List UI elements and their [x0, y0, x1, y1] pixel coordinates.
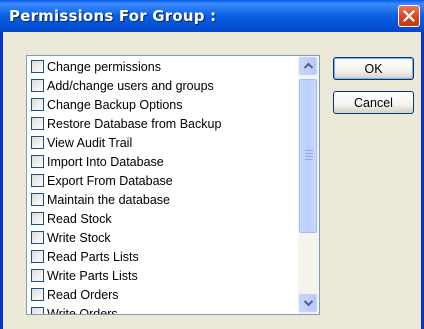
close-icon	[403, 10, 415, 22]
permission-label: Write Stock	[47, 230, 111, 245]
permission-label: Change permissions	[47, 59, 161, 74]
permission-label: Read Parts Lists	[47, 249, 139, 264]
permission-item[interactable]: Maintain the database	[31, 190, 170, 209]
chevron-up-icon	[304, 63, 313, 69]
permission-item[interactable]: Change permissions	[31, 57, 161, 76]
permission-label: Write Orders	[47, 306, 118, 315]
permission-label: Read Orders	[47, 287, 119, 302]
permission-checkbox[interactable]	[31, 307, 44, 314]
cancel-button[interactable]: Cancel	[333, 91, 414, 114]
vertical-scrollbar[interactable]	[298, 56, 319, 314]
permission-checkbox[interactable]	[31, 231, 44, 244]
permission-item[interactable]: Read Orders	[31, 285, 119, 304]
permission-item[interactable]: Change Backup Options	[31, 95, 183, 114]
permission-label: Change Backup Options	[47, 97, 183, 112]
permission-checkbox[interactable]	[31, 269, 44, 282]
ok-button[interactable]: OK	[333, 57, 414, 80]
window-title: Permissions For Group :	[9, 7, 217, 25]
title-bar[interactable]: Permissions For Group :	[0, 0, 424, 32]
thumb-grip	[305, 156, 313, 157]
permissions-dialog: Permissions For Group : Change permissio…	[0, 0, 424, 329]
permission-item[interactable]: Export From Database	[31, 171, 173, 190]
permission-item[interactable]: Write Stock	[31, 228, 111, 247]
close-button[interactable]	[398, 5, 420, 27]
permission-checkbox[interactable]	[31, 250, 44, 263]
permission-label: Maintain the database	[47, 192, 171, 207]
permission-checkbox[interactable]	[31, 193, 44, 206]
permission-checkbox[interactable]	[31, 155, 44, 168]
thumb-grip	[305, 150, 313, 151]
permission-label: View Audit Trail	[47, 135, 133, 150]
permission-checkbox[interactable]	[31, 136, 44, 149]
permission-label: Add/change users and groups	[47, 78, 214, 93]
permission-label: Read Stock	[47, 211, 112, 226]
scroll-up-button[interactable]	[299, 57, 317, 75]
permission-checkbox[interactable]	[31, 79, 44, 92]
permission-label: Import Into Database	[47, 154, 164, 169]
permission-label: Restore Database from Backup	[47, 116, 222, 131]
permission-checkbox[interactable]	[31, 60, 44, 73]
permission-item[interactable]: Read Parts Lists	[31, 247, 139, 266]
permission-item[interactable]: Import Into Database	[31, 152, 164, 171]
permission-item[interactable]: Read Stock	[31, 209, 112, 228]
permission-item[interactable]: View Audit Trail	[31, 133, 132, 152]
permission-checkbox[interactable]	[31, 174, 44, 187]
permissions-list[interactable]: Change permissions Add/change users and g…	[26, 55, 320, 315]
permission-checkbox[interactable]	[31, 98, 44, 111]
permission-label: Export From Database	[47, 173, 173, 188]
permission-item[interactable]: Write Parts Lists	[31, 266, 138, 285]
scroll-thumb[interactable]	[299, 79, 317, 233]
permission-item[interactable]: Restore Database from Backup	[31, 114, 221, 133]
permission-item[interactable]: Add/change users and groups	[31, 76, 214, 95]
permission-item[interactable]: Write Orders	[31, 304, 118, 315]
thumb-grip	[305, 159, 313, 160]
permission-checkbox[interactable]	[31, 212, 44, 225]
scroll-down-button[interactable]	[299, 294, 317, 312]
chevron-down-icon	[304, 300, 313, 306]
permission-checkbox[interactable]	[31, 288, 44, 301]
permission-label: Write Parts Lists	[47, 268, 138, 283]
permission-checkbox[interactable]	[31, 117, 44, 130]
thumb-grip	[305, 153, 313, 154]
